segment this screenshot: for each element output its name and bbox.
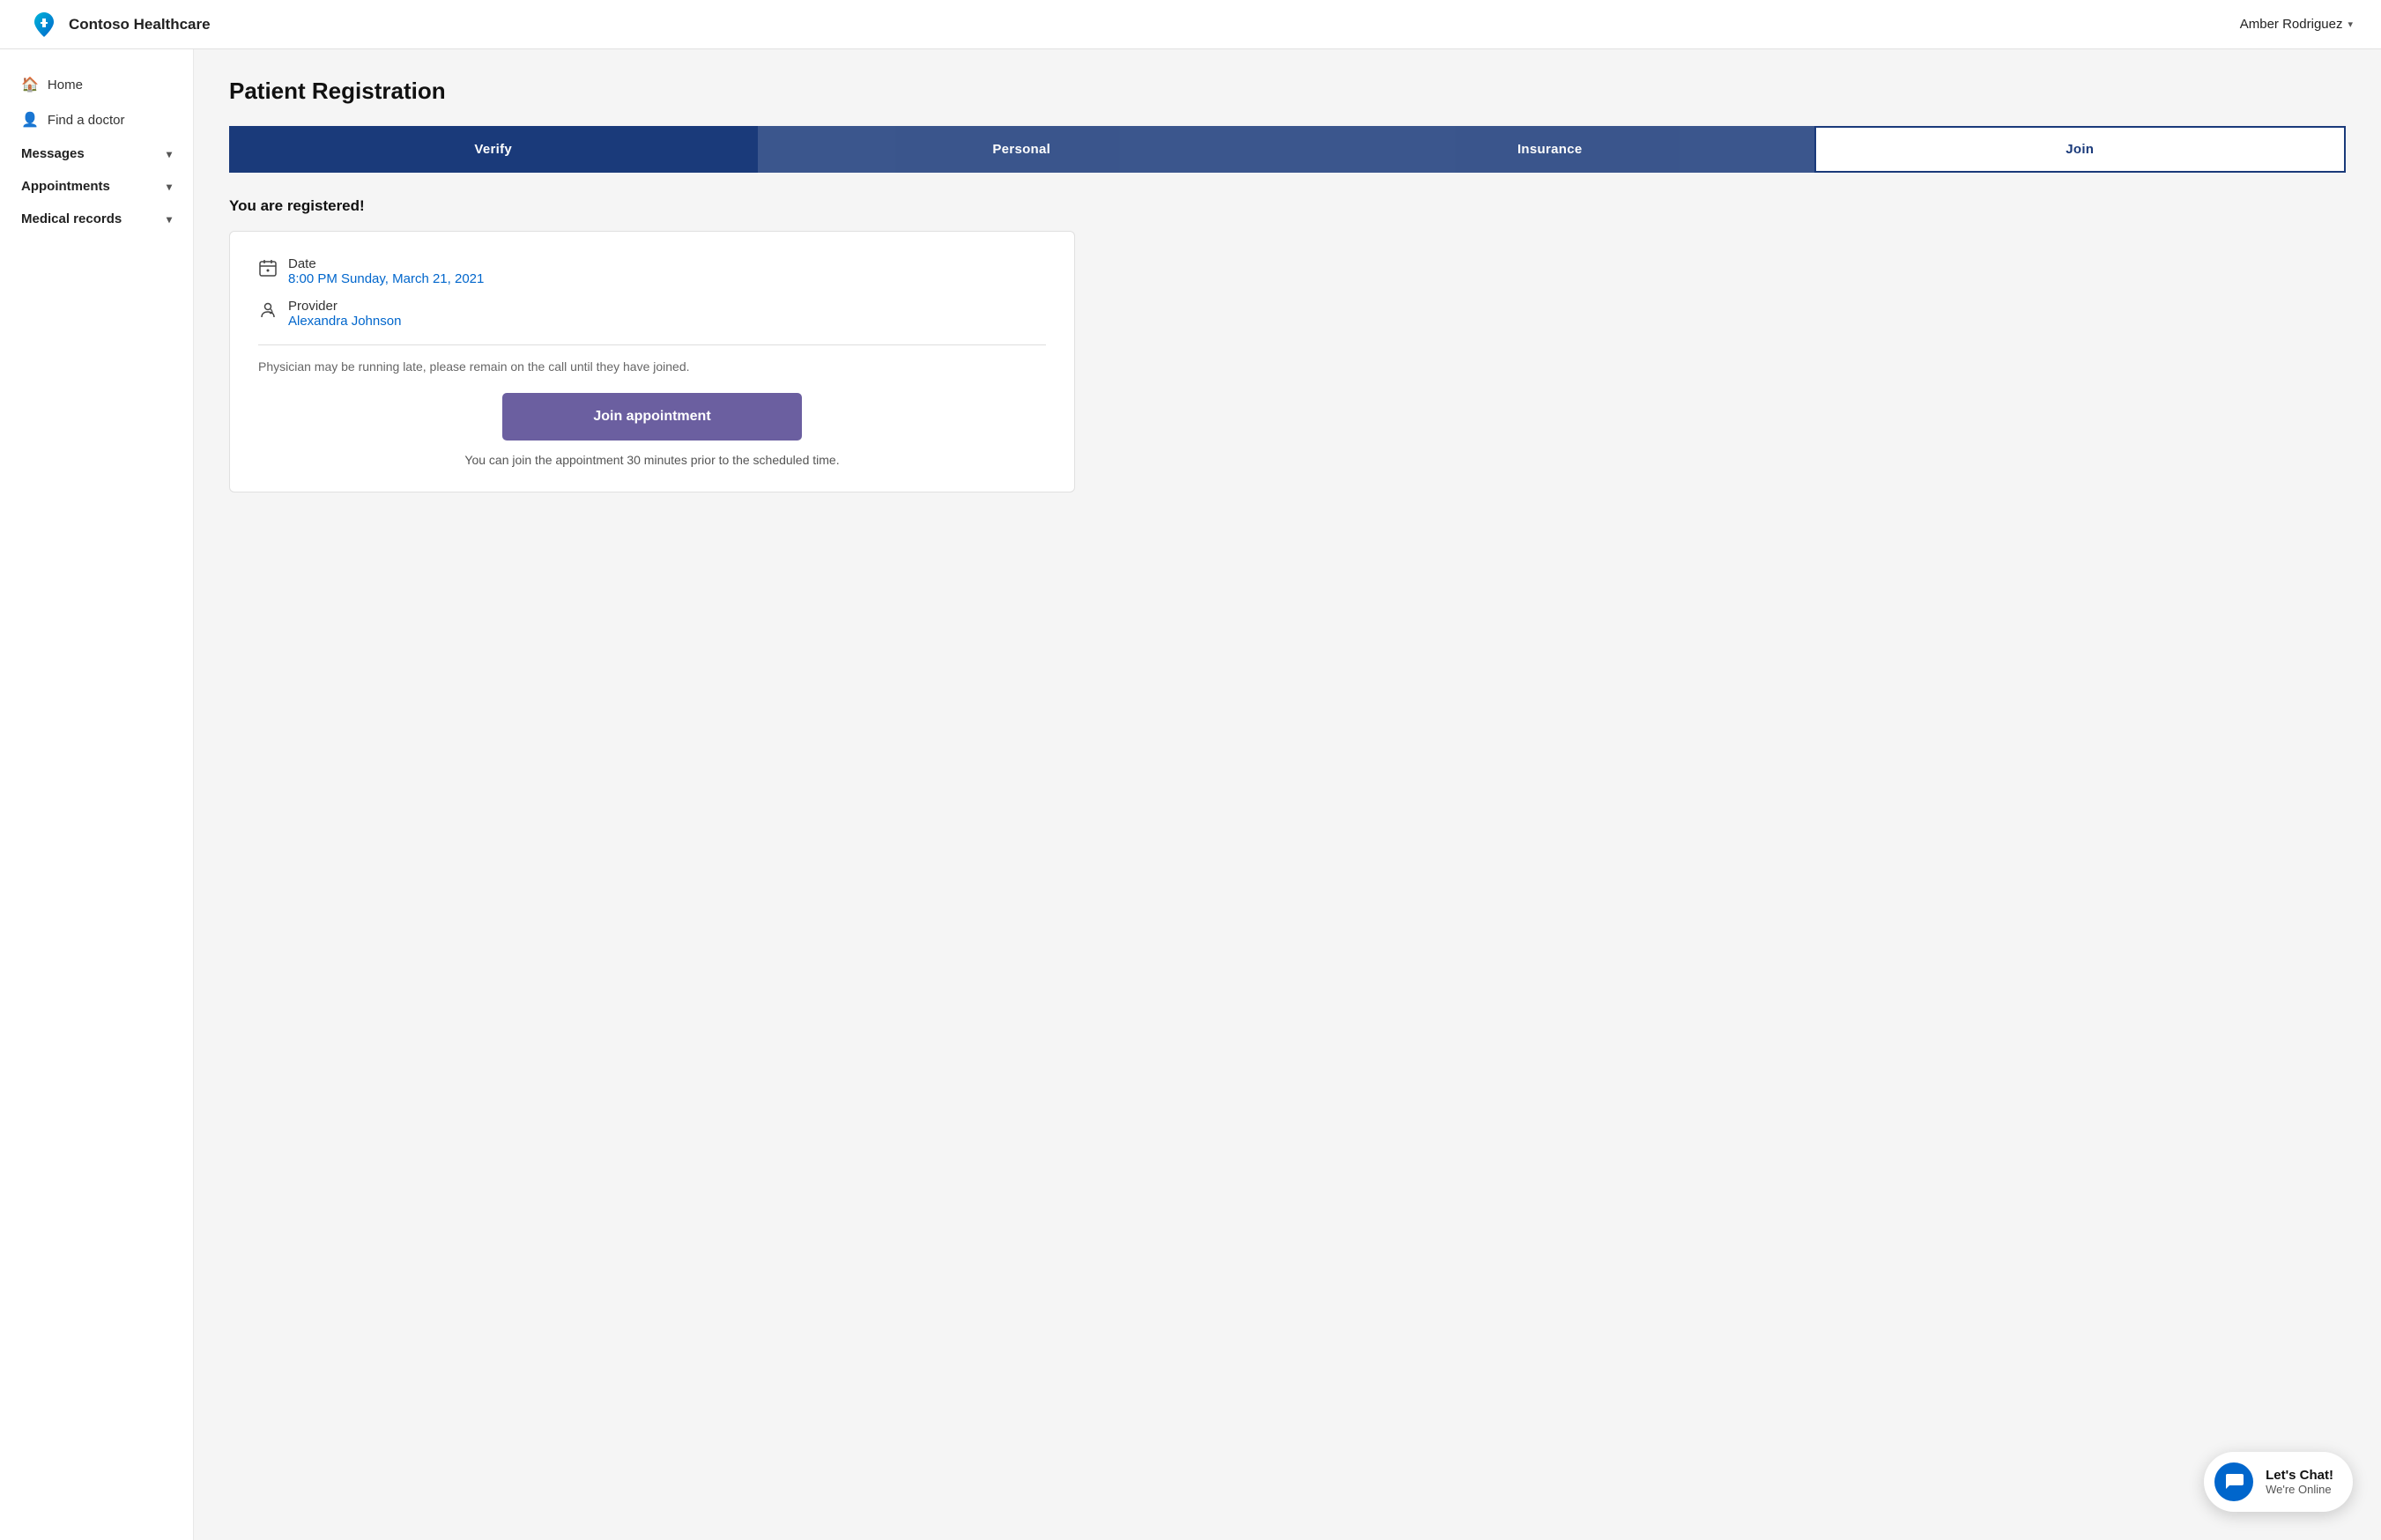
sidebar-item-find-doctor[interactable]: 👤 Find a doctor [0,102,193,137]
join-note: You can join the appointment 30 minutes … [258,453,1046,467]
provider-value: Alexandra Johnson [288,314,401,329]
step-insurance[interactable]: Insurance [1286,126,1814,173]
page-title: Patient Registration [229,78,2346,105]
physician-note: Physician may be running late, please re… [258,359,1046,374]
sidebar-label-home: Home [48,78,83,93]
calendar-icon [258,258,278,283]
registration-status: You are registered! [229,197,2346,215]
join-appointment-button[interactable]: Join appointment [502,393,802,441]
provider-row: Provider Alexandra Johnson [258,299,1046,329]
date-info: Date 8:00 PM Sunday, March 21, 2021 [288,256,484,286]
sidebar-item-appointments[interactable]: Appointments ▾ [0,170,193,203]
provider-icon [258,300,278,325]
step-personal[interactable]: Personal [758,126,1287,173]
sidebar-label-medical-records: Medical records [21,211,122,226]
sidebar-label-find-doctor: Find a doctor [48,113,125,128]
date-row: Date 8:00 PM Sunday, March 21, 2021 [258,256,1046,286]
logo-area: Contoso Healthcare [28,9,211,41]
stepper: Verify Personal Insurance Join [229,126,2346,173]
main-content: Patient Registration Verify Personal Ins… [194,49,2381,1540]
appointments-chevron-icon: ▾ [167,181,172,193]
chat-bubble[interactable]: Let's Chat! We're Online [2204,1452,2353,1512]
chat-text: Let's Chat! We're Online [2266,1468,2333,1496]
sidebar-item-home[interactable]: 🏠 Home [0,67,193,102]
date-value: 8:00 PM Sunday, March 21, 2021 [288,271,484,286]
date-label: Date [288,256,484,271]
provider-label: Provider [288,299,401,314]
step-join[interactable]: Join [1814,126,2347,173]
header: Contoso Healthcare Amber Rodriguez ▾ [0,0,2381,49]
chat-icon [2214,1462,2253,1501]
sidebar: 🏠 Home 👤 Find a doctor Messages ▾ Appoin… [0,49,194,1540]
provider-info: Provider Alexandra Johnson [288,299,401,329]
card-divider [258,344,1046,345]
sidebar-label-appointments: Appointments [21,179,110,194]
messages-chevron-icon: ▾ [167,148,172,160]
step-verify[interactable]: Verify [229,126,758,173]
user-chevron-icon: ▾ [2348,19,2353,30]
sidebar-item-messages[interactable]: Messages ▾ [0,137,193,170]
registration-card: Date 8:00 PM Sunday, March 21, 2021 Prov… [229,231,1075,492]
logo-text: Contoso Healthcare [69,16,211,33]
home-icon: 🏠 [21,76,39,93]
user-name: Amber Rodriguez [2240,17,2343,32]
user-menu[interactable]: Amber Rodriguez ▾ [2240,17,2353,32]
medical-records-chevron-icon: ▾ [167,213,172,226]
layout: 🏠 Home 👤 Find a doctor Messages ▾ Appoin… [0,49,2381,1540]
find-doctor-icon: 👤 [21,111,39,129]
sidebar-label-messages: Messages [21,146,85,161]
logo-icon [28,9,60,41]
chat-status: We're Online [2266,1483,2333,1496]
sidebar-item-medical-records[interactable]: Medical records ▾ [0,203,193,235]
chat-title: Let's Chat! [2266,1468,2333,1483]
